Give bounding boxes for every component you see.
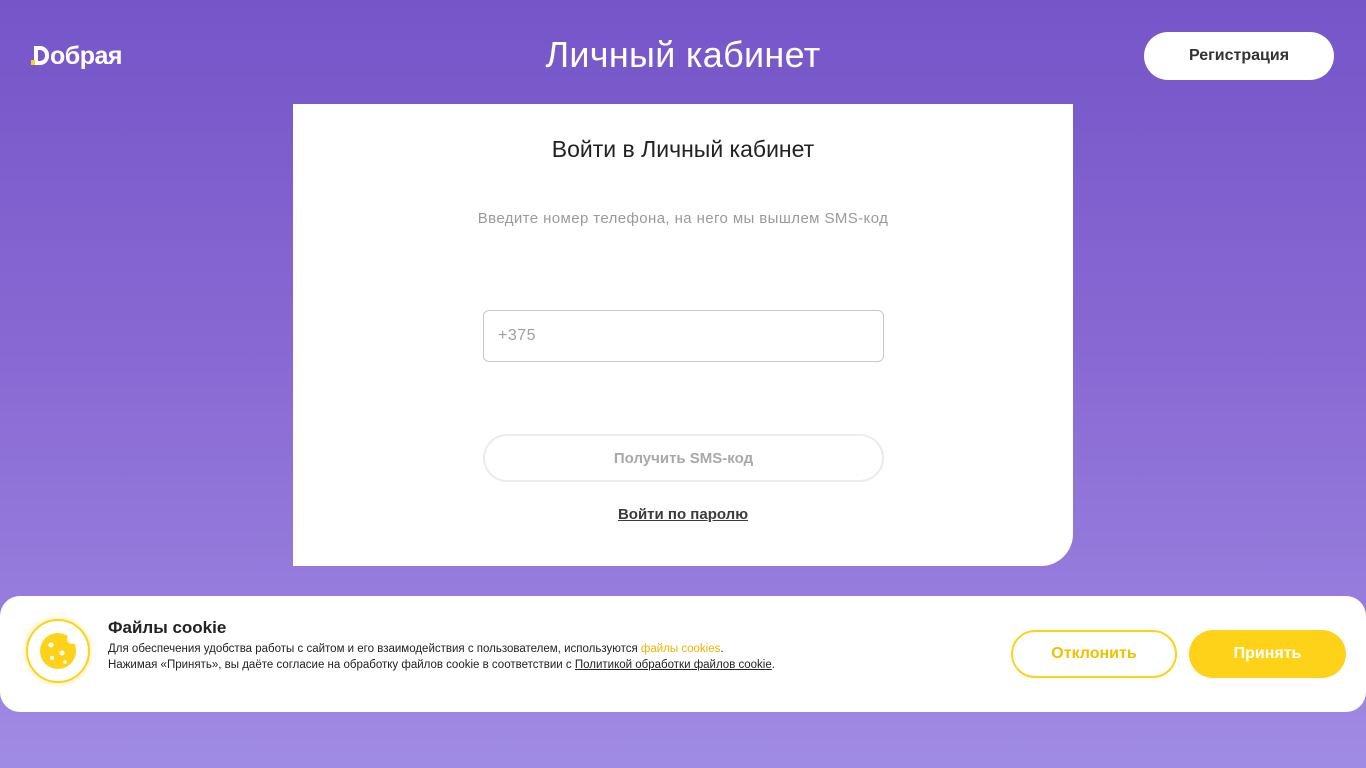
login-card-title: Войти в Личный кабинет xyxy=(551,136,815,162)
cookie-files-link[interactable]: файлы cookies xyxy=(641,643,720,655)
decline-cookies-button[interactable]: Отклонить xyxy=(1011,630,1177,678)
cookie-text-line2: Нажимая «Принять», вы даёте согласие на … xyxy=(108,659,575,671)
cookie-banner-title: Файлы cookie xyxy=(108,618,227,637)
cookie-policy-link[interactable]: Политикой обработки файлов cookie xyxy=(575,659,772,671)
login-with-password-link[interactable]: Войти по паролю xyxy=(293,506,1073,523)
login-card-subtitle: Введите номер телефона, на него мы вышле… xyxy=(477,210,889,227)
cookie-text-line2-end: . xyxy=(771,659,775,671)
cookie-icon xyxy=(26,619,90,683)
cookie-banner-text: Для обеспечения удобства работы с сайтом… xyxy=(108,641,775,673)
phone-input[interactable] xyxy=(483,310,884,362)
cookie-text-line1: Для обеспечения удобства работы с сайтом… xyxy=(108,643,641,655)
accept-cookies-button[interactable]: Принять xyxy=(1189,630,1346,678)
login-card: Войти в Личный кабинет Введите номер тел… xyxy=(293,104,1073,566)
register-button[interactable]: Регистрация xyxy=(1144,32,1334,80)
get-sms-code-button[interactable]: Получить SMS-код xyxy=(483,434,884,482)
cookie-banner: Файлы cookie Для обеспечения удобства ра… xyxy=(0,596,1366,712)
cookie-text-line1-end: . xyxy=(720,643,724,655)
